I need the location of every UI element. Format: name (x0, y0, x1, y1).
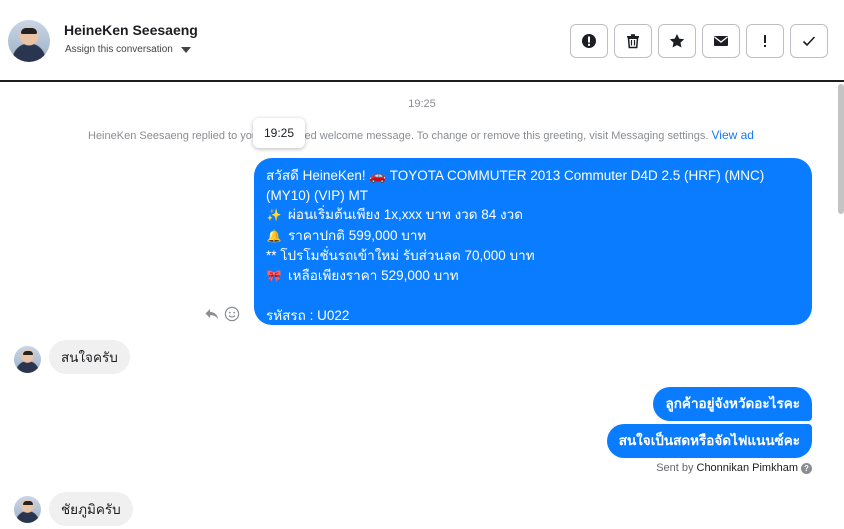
help-icon[interactable]: ? (801, 462, 812, 474)
sparkles-icon: ✨ (266, 208, 282, 222)
star-button[interactable] (658, 24, 696, 58)
conversation-header: HeineKen Seesaeng Assign this conversati… (0, 0, 844, 82)
outgoing-message-bubble[interactable]: ลูกค้าอยู่จังหวัดอะไรคะ (653, 387, 812, 421)
reply-icon[interactable] (204, 306, 220, 322)
message-timestamp: 19:25 (408, 98, 436, 110)
report-button[interactable] (570, 24, 608, 58)
mail-icon (714, 36, 728, 46)
alert-circle-icon (582, 34, 596, 48)
contact-avatar-small[interactable] (14, 346, 41, 373)
incoming-message-bubble[interactable]: สนใจครับ (49, 340, 130, 374)
sent-by-info: Sent by Chonnikan Pimkham ? (656, 462, 812, 474)
bell-icon: 🔔 (266, 228, 282, 243)
exclamation-icon (764, 35, 766, 47)
assign-conversation-dropdown[interactable]: Assign this conversation (65, 44, 191, 55)
welcome-line: ** โปรโมชั่นรถเข้าใหม่ รับส่วนลด 70,000 … (266, 248, 535, 263)
welcome-line: 🔔 ราคาปกติ 599,000 บาท (266, 226, 800, 247)
ribbon-icon: 🎀 (266, 268, 282, 283)
scrollbar[interactable] (838, 84, 844, 214)
mark-unread-button[interactable] (702, 24, 740, 58)
contact-name[interactable]: HeineKen Seesaeng (64, 22, 198, 38)
assign-label: Assign this conversation (65, 44, 173, 55)
action-toolbar (570, 24, 828, 58)
welcome-line: สวัสดี HeineKen! 🚗 TOYOTA COMMUTER 2013 … (266, 168, 765, 183)
trash-icon (627, 34, 639, 49)
check-icon (802, 36, 816, 47)
welcome-line: รหัสรถ : U022 (266, 307, 350, 323)
sent-by-name: Chonnikan Pimkham (696, 462, 799, 474)
welcome-line: 🎀 เหลือเพียงราคา 529,000 บาท (266, 266, 800, 287)
system-message-text: HeineKen Seesaeng replied to your automa… (88, 130, 709, 142)
time-tooltip: 19:25 (253, 118, 305, 148)
welcome-message-bubble[interactable]: สวัสดี HeineKen! 🚗 TOYOTA COMMUTER 2013 … (254, 158, 812, 325)
system-message: HeineKen Seesaeng replied to your automa… (88, 128, 754, 142)
spam-button[interactable] (746, 24, 784, 58)
star-icon (669, 34, 685, 48)
emoji-reaction-icon[interactable] (224, 306, 240, 322)
view-ad-link[interactable]: View ad (711, 128, 753, 142)
done-button[interactable] (790, 24, 828, 58)
conversation-thread: 19:25 HeineKen Seesaeng replied to your … (0, 84, 844, 529)
message-tools (204, 306, 240, 322)
caret-down-icon (180, 46, 191, 53)
delete-button[interactable] (614, 24, 652, 58)
contact-avatar[interactable] (8, 20, 50, 62)
sent-by-label: Sent by (656, 462, 694, 474)
welcome-blank-line (266, 286, 800, 306)
welcome-line: ✨ ผ่อนเริ่มต้นเพียง 1x,xxx บาท งวด 84 งวด (266, 205, 800, 226)
welcome-line: (MY10) (VIP) MT (266, 187, 369, 203)
incoming-message-bubble[interactable]: ชัยภูมิครับ (49, 492, 133, 526)
contact-avatar-small[interactable] (14, 496, 41, 523)
outgoing-message-bubble[interactable]: สนใจเป็นสดหรือจัดไฟแนนซ์คะ (606, 424, 812, 458)
